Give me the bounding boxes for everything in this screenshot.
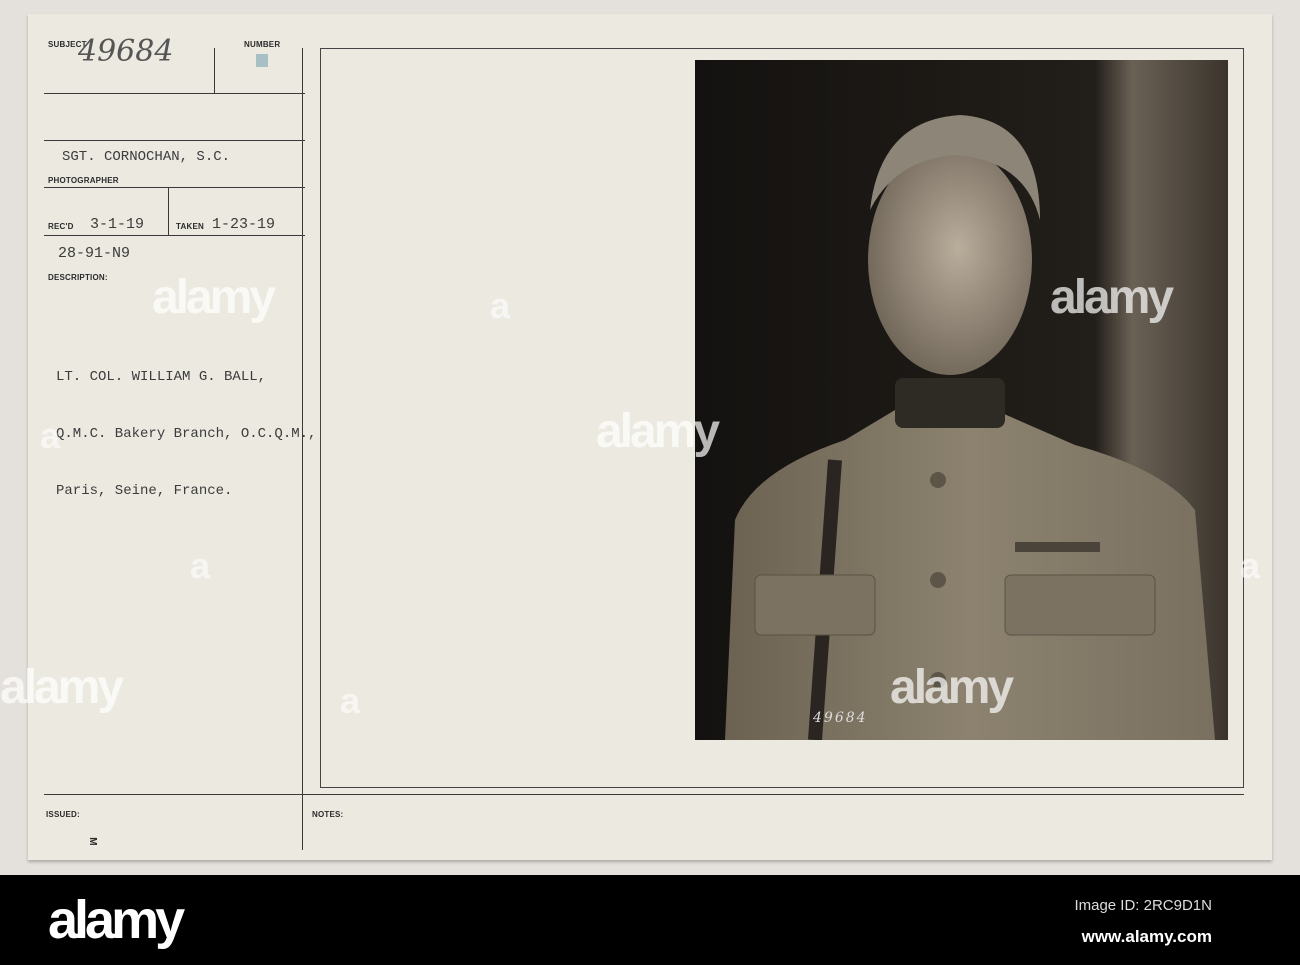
- description-label: DESCRIPTION:: [48, 273, 108, 282]
- file-code: 28-91-N9: [58, 245, 131, 262]
- watermark: alamy: [596, 405, 720, 458]
- taken-label: TAKEN: [176, 222, 204, 231]
- number-stamp: [256, 54, 268, 67]
- divider: [44, 187, 305, 188]
- photographer-label: PHOTOGRAPHER: [48, 176, 119, 185]
- subject-handwritten-number: 49684: [78, 34, 174, 69]
- taken-date: 1-23-19: [212, 216, 276, 233]
- portrait-image: [695, 60, 1228, 740]
- divider: [44, 794, 1244, 795]
- image-id: Image ID: 2RC9D1N: [1074, 897, 1212, 914]
- divider: [44, 140, 305, 141]
- divider: [214, 48, 215, 93]
- description-line: LT. COL. WILLIAM G. BALL,: [56, 369, 267, 385]
- watermark-letter: a: [1240, 545, 1261, 586]
- description-line: Paris, Seine, France.: [56, 483, 233, 499]
- watermark: alamy: [152, 271, 276, 324]
- divider: [44, 235, 305, 236]
- description-text: LT. COL. WILLIAM G. BALL, Q.M.C. Bakery …: [56, 330, 316, 539]
- notes-label: NOTES:: [312, 810, 344, 819]
- alamy-logo: alamy: [48, 890, 185, 950]
- description-line: Q.M.C. Bakery Branch, O.C.Q.M.,: [56, 426, 317, 442]
- recd-label: REC'D: [48, 222, 74, 231]
- site-url[interactable]: www.alamy.com: [1082, 927, 1212, 947]
- watermark: alamy: [0, 661, 124, 714]
- portrait-photo: 49684: [695, 60, 1228, 740]
- number-label: NUMBER: [244, 40, 281, 49]
- watermark-letter: a: [40, 415, 61, 456]
- divider: [168, 187, 169, 235]
- issued-label: ISSUED:: [46, 810, 80, 819]
- divider: [44, 93, 305, 94]
- photographer-name: SGT. CORNOCHAN, S.C.: [62, 149, 231, 165]
- watermark: alamy: [1050, 271, 1174, 324]
- watermark-letter: a: [190, 545, 211, 586]
- watermark-letter: a: [490, 285, 511, 326]
- footer-bar: alamy Image ID: 2RC9D1N www.alamy.com: [0, 875, 1300, 965]
- watermark: alamy: [890, 661, 1014, 714]
- recd-date: 3-1-19: [90, 216, 145, 233]
- watermark-letter: a: [340, 680, 361, 721]
- photo-number: 49684: [813, 710, 868, 726]
- issued-mark: M: [86, 837, 98, 846]
